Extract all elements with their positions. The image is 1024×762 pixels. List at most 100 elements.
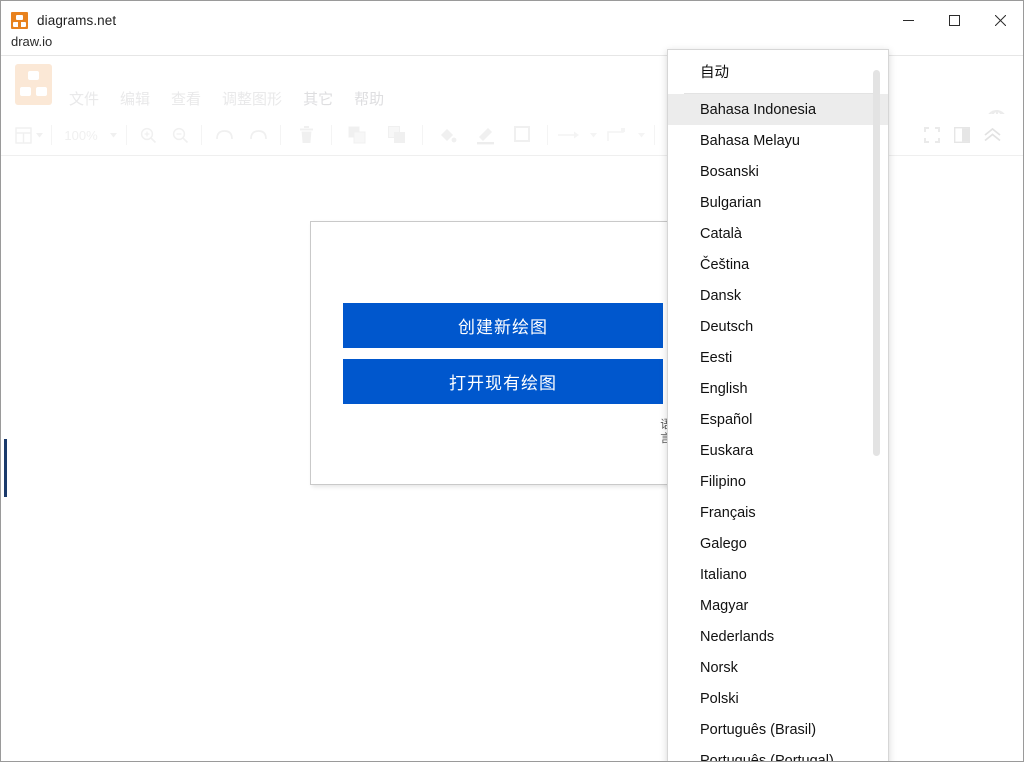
window-title: diagrams.net xyxy=(37,12,117,28)
chevron-down-icon xyxy=(35,132,43,137)
language-option[interactable]: Português (Portugal) xyxy=(668,745,888,762)
language-option[interactable]: Bosanski xyxy=(668,156,888,187)
close-button[interactable] xyxy=(977,1,1023,39)
zoom-in-icon xyxy=(140,127,156,143)
toolbar-divider xyxy=(201,125,202,145)
connection-arrow-icon xyxy=(558,131,579,139)
view-layout-icon xyxy=(15,126,32,144)
shadow-button[interactable] xyxy=(504,120,542,150)
language-option[interactable]: Deutsch xyxy=(668,311,888,342)
language-option[interactable]: Filipino xyxy=(668,466,888,497)
language-option[interactable]: Bulgarian xyxy=(668,187,888,218)
toolbar-divider xyxy=(126,125,127,145)
to-front-button[interactable] xyxy=(337,120,377,150)
toolbar-divider xyxy=(422,125,423,145)
zoom-out-icon xyxy=(172,127,188,143)
fill-color-icon xyxy=(440,128,456,142)
dropdown-scrollbar[interactable] xyxy=(873,60,884,758)
language-option-auto[interactable]: 自动 xyxy=(668,50,888,93)
language-option-list: Bahasa Indonesia Bahasa Melayu Bosanski Bul… xyxy=(668,94,888,762)
redo-button[interactable] xyxy=(241,120,275,150)
format-panel-icon xyxy=(954,127,970,143)
chevron-down-icon xyxy=(109,132,117,137)
language-dropdown: 自动 Bahasa Indonesia Bahasa Melayu Bosanski… xyxy=(667,49,889,762)
language-option[interactable]: Eesti xyxy=(668,342,888,373)
language-option[interactable]: Polski xyxy=(668,683,888,714)
language-option[interactable]: Norsk xyxy=(668,652,888,683)
toolbar-divider xyxy=(654,125,655,145)
dropdown-scrollbar-thumb[interactable] xyxy=(873,70,880,456)
waypoints-icon xyxy=(607,127,625,141)
connection-arrow-button[interactable] xyxy=(553,120,585,150)
language-option[interactable]: Español xyxy=(668,404,888,435)
undo-icon xyxy=(215,129,233,139)
redo-icon xyxy=(249,129,267,139)
language-option[interactable]: Magyar xyxy=(668,590,888,621)
language-option[interactable]: Português (Brasil) xyxy=(668,714,888,745)
window-subtitle: draw.io xyxy=(11,34,53,49)
line-color-button[interactable] xyxy=(466,120,504,150)
toolbar-divider xyxy=(331,125,332,145)
left-edge-marker xyxy=(4,439,7,497)
to-back-icon xyxy=(388,126,405,143)
connection-arrow-dropdown[interactable] xyxy=(585,120,601,150)
language-option[interactable]: Čeština xyxy=(668,249,888,280)
application-window: diagrams.net draw.io 文件 编辑 查看 调整图形 其它 帮助… xyxy=(0,0,1024,762)
format-panel-button[interactable] xyxy=(947,120,977,150)
zoom-in-button[interactable] xyxy=(132,120,164,150)
title-bar: diagrams.net xyxy=(1,1,1023,39)
delete-icon xyxy=(299,126,313,143)
minimize-icon xyxy=(902,19,914,21)
language-option[interactable]: Dansk xyxy=(668,280,888,311)
language-option[interactable]: Italiano xyxy=(668,559,888,590)
menu-item-edit[interactable]: 编辑 xyxy=(120,88,150,109)
chevron-up-double-icon xyxy=(983,128,1001,142)
chevron-down-icon xyxy=(637,132,645,137)
fullscreen-icon xyxy=(924,127,940,143)
language-option[interactable]: Nederlands xyxy=(668,621,888,652)
diagrams-net-icon xyxy=(11,11,28,29)
language-option[interactable]: Bahasa Melayu xyxy=(668,125,888,156)
zoom-out-button[interactable] xyxy=(164,120,196,150)
fullscreen-button[interactable] xyxy=(917,120,947,150)
splash-dialog: 创建新绘图 打开现有绘图 语言 xyxy=(310,221,682,485)
to-front-icon xyxy=(348,126,366,144)
maximize-icon xyxy=(948,14,960,26)
fill-color-button[interactable] xyxy=(428,120,466,150)
zoom-level[interactable]: 100% xyxy=(57,120,105,150)
language-option[interactable]: Français xyxy=(668,497,888,528)
toolbar-divider xyxy=(51,125,52,145)
language-option[interactable]: English xyxy=(668,373,888,404)
delete-button[interactable] xyxy=(286,120,326,150)
waypoints-dropdown[interactable] xyxy=(633,120,649,150)
menu-items: 文件 编辑 查看 调整图形 其它 帮助 xyxy=(69,88,384,109)
menu-item-file[interactable]: 文件 xyxy=(69,88,99,109)
menu-item-arrange[interactable]: 调整图形 xyxy=(222,88,282,109)
language-option[interactable]: Català xyxy=(668,218,888,249)
toolbar-divider xyxy=(547,125,548,145)
language-option[interactable]: Bahasa Indonesia xyxy=(668,94,888,125)
to-back-button[interactable] xyxy=(377,120,417,150)
collapse-button[interactable] xyxy=(977,120,1007,150)
menu-item-help[interactable]: 帮助 xyxy=(354,88,384,109)
app-logo-icon xyxy=(15,64,52,105)
waypoints-button[interactable] xyxy=(601,120,633,150)
create-new-diagram-button[interactable]: 创建新绘图 xyxy=(343,303,663,348)
undo-button[interactable] xyxy=(207,120,241,150)
view-layout-dropdown[interactable] xyxy=(32,120,46,150)
open-existing-diagram-button[interactable]: 打开现有绘图 xyxy=(343,359,663,404)
language-option[interactable]: Euskara xyxy=(668,435,888,466)
line-color-icon xyxy=(476,127,494,144)
chevron-down-icon xyxy=(589,132,597,137)
menu-item-extras[interactable]: 其它 xyxy=(303,88,333,109)
minimize-button[interactable] xyxy=(885,1,931,39)
language-option[interactable]: Galego xyxy=(668,528,888,559)
maximize-button[interactable] xyxy=(931,1,977,39)
window-controls xyxy=(885,1,1023,39)
menu-item-view[interactable]: 查看 xyxy=(171,88,201,109)
toolbar-divider xyxy=(280,125,281,145)
zoom-dropdown[interactable] xyxy=(105,120,121,150)
close-icon xyxy=(994,14,1006,26)
view-layout-button[interactable] xyxy=(15,120,32,150)
shadow-icon xyxy=(514,126,530,142)
